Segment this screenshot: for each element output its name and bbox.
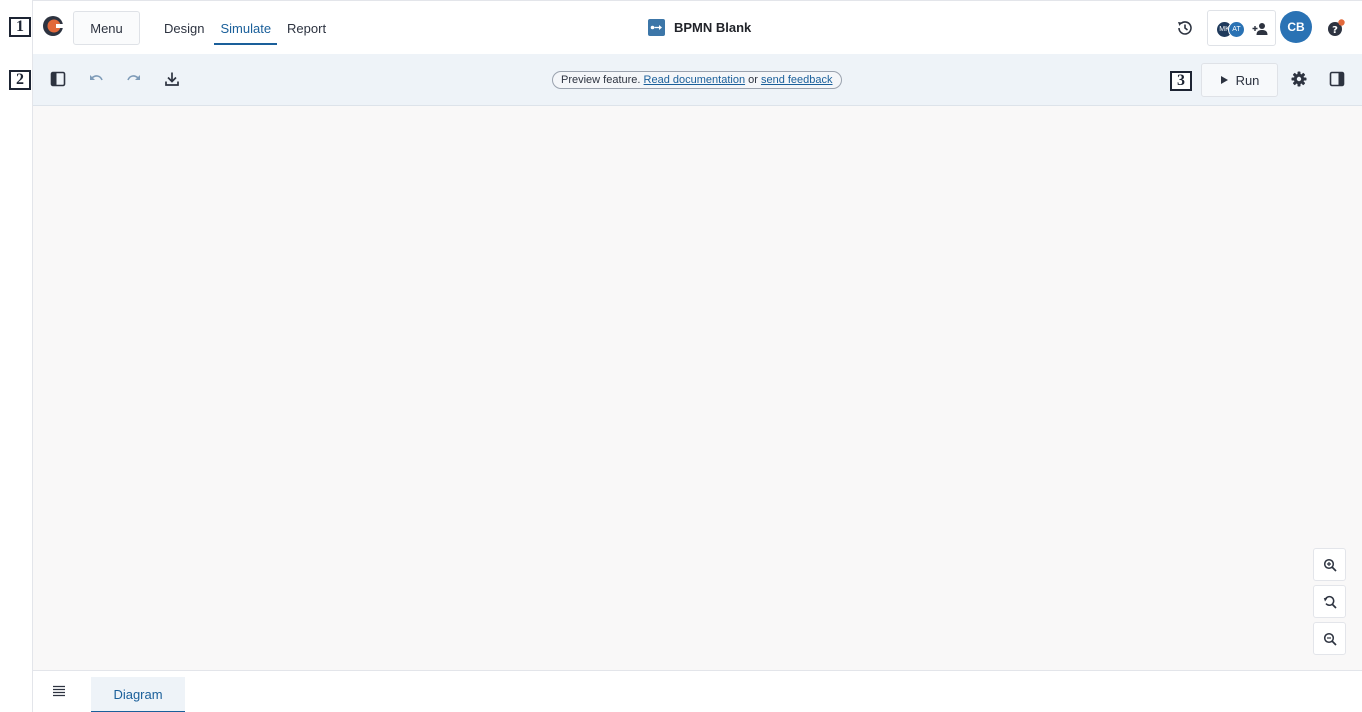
download-icon[interactable] [163, 70, 181, 88]
top-bar: Menu Design Simulate Report BPMN Blank M… [33, 0, 1362, 54]
tab-diagram[interactable]: Diagram [91, 677, 185, 712]
zoom-reset-icon [1323, 595, 1337, 609]
gear-icon[interactable] [1290, 70, 1308, 88]
step-marker-1: 1 [9, 17, 31, 37]
zoom-in-icon [1323, 558, 1337, 572]
panel-right-icon[interactable] [1328, 70, 1346, 88]
toolbar: Preview feature. Read documentation or s… [33, 54, 1362, 106]
zoom-out-icon [1323, 632, 1337, 646]
app-root: 1 2 Menu Design Simulate Report BPMN Bla… [0, 0, 1362, 712]
preview-notice: Preview feature. Read documentation or s… [552, 71, 842, 89]
diagram-canvas[interactable] [33, 106, 1362, 670]
play-icon [1220, 76, 1228, 84]
document-title-text: BPMN Blank [674, 19, 752, 35]
collaborator-avatar-at: AT [1228, 21, 1245, 38]
undo-icon[interactable] [87, 70, 105, 88]
zoom-in-button[interactable] [1313, 548, 1346, 581]
notification-dot [1338, 19, 1345, 26]
menu-button[interactable]: Menu [73, 11, 140, 45]
document-title[interactable]: BPMN Blank [648, 17, 751, 37]
camunda-logo-icon[interactable] [42, 15, 64, 37]
step-gutter: 1 2 [0, 0, 33, 712]
redo-icon[interactable] [125, 70, 143, 88]
collaborators-button[interactable]: MK AT [1207, 10, 1276, 46]
zoom-reset-button[interactable] [1313, 585, 1346, 618]
help-icon[interactable]: ? [1326, 18, 1346, 38]
user-avatar[interactable]: CB [1280, 11, 1312, 43]
history-icon[interactable] [1175, 18, 1195, 38]
panel-left-icon[interactable] [49, 70, 67, 88]
svg-text:?: ? [1332, 25, 1338, 36]
list-icon[interactable] [51, 683, 67, 699]
read-documentation-link[interactable]: Read documentation [644, 74, 746, 86]
send-feedback-link[interactable]: send feedback [761, 74, 833, 86]
run-label: Run [1235, 72, 1260, 88]
step-marker-3: 3 [1170, 71, 1192, 91]
zoom-out-button[interactable] [1313, 622, 1346, 655]
mode-tabs: Design Simulate Report [156, 1, 334, 55]
tab-simulate[interactable]: Simulate [212, 1, 279, 55]
add-user-icon [1252, 23, 1268, 35]
or-text: or [748, 74, 758, 86]
preview-text: Preview feature. [561, 74, 641, 86]
run-button[interactable]: Run [1201, 63, 1278, 97]
bottom-bar: Diagram [33, 670, 1362, 712]
tab-report[interactable]: Report [279, 1, 334, 55]
bpmn-file-icon [648, 18, 665, 36]
step-marker-2: 2 [9, 70, 31, 90]
tab-design[interactable]: Design [156, 1, 212, 55]
